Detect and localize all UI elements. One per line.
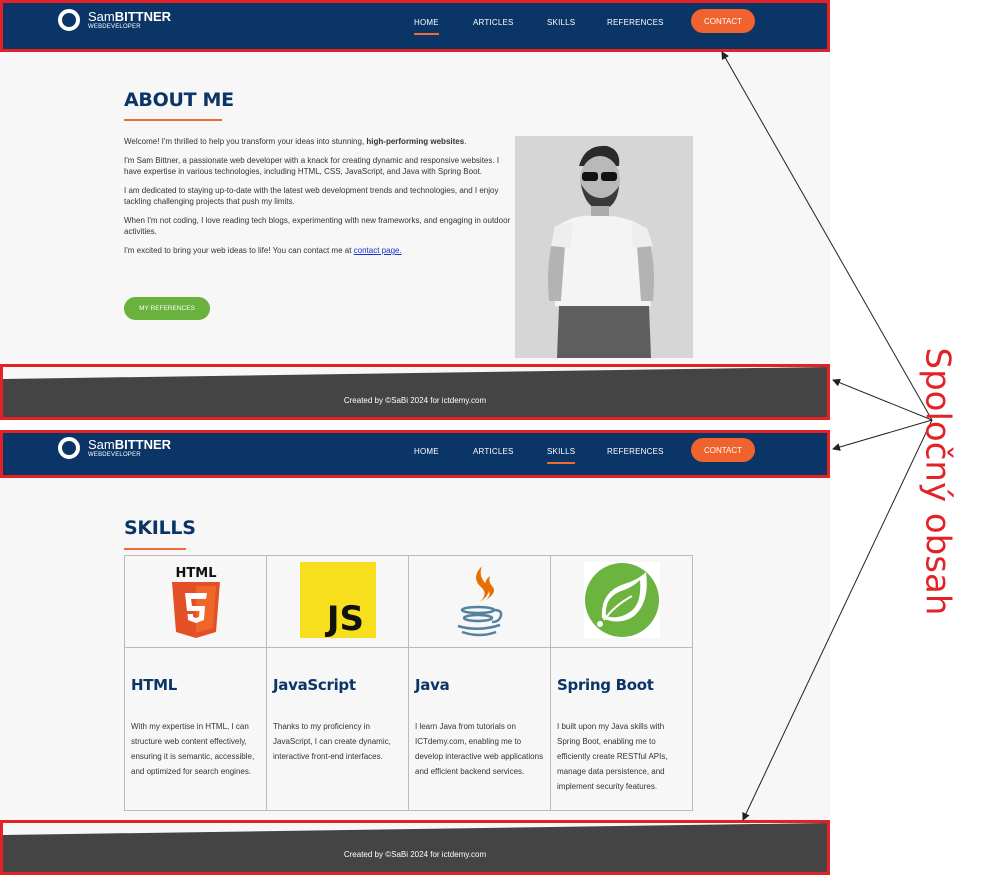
annotation-arrows <box>721 51 933 821</box>
annotation-label: Spoločný obsah <box>917 347 958 616</box>
